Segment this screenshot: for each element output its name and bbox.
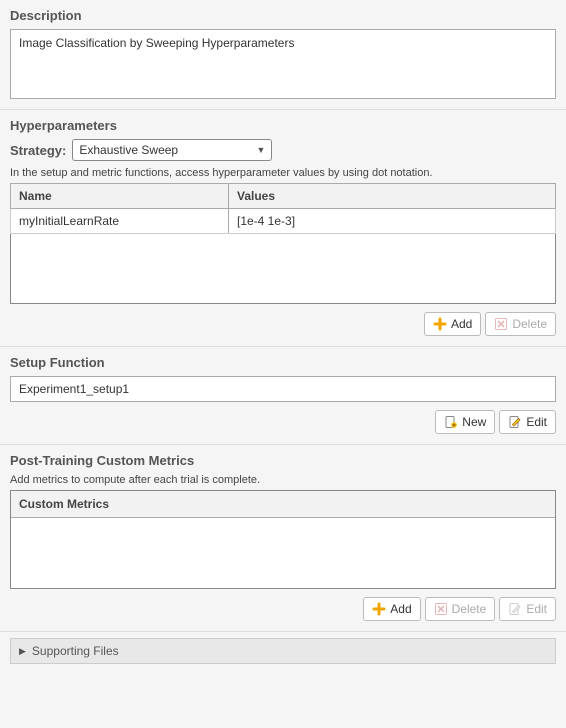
setup-input[interactable]: Experiment1_setup1 xyxy=(10,376,556,402)
add-label: Add xyxy=(390,602,411,616)
metrics-empty xyxy=(11,518,555,588)
edit-button[interactable]: Edit xyxy=(499,410,556,434)
x-icon xyxy=(494,317,508,331)
edit-file-icon xyxy=(508,602,522,616)
new-label: New xyxy=(462,415,486,429)
metrics-header: Custom Metrics xyxy=(11,491,555,518)
new-button[interactable]: New xyxy=(435,410,495,434)
plus-icon xyxy=(372,602,386,616)
divider xyxy=(0,631,566,632)
hp-button-row: Add Delete xyxy=(10,312,556,336)
hyperparameters-section: Hyperparameters Strategy: Exhaustive Swe… xyxy=(0,109,566,346)
setup-section: Setup Function Experiment1_setup1 New Ed… xyxy=(0,346,566,444)
table-row[interactable]: myInitialLearnRate [1e-4 1e-3] xyxy=(11,209,556,234)
delete-button: Delete xyxy=(425,597,496,621)
delete-label: Delete xyxy=(512,317,547,331)
hp-col-name: Name xyxy=(11,184,229,209)
add-label: Add xyxy=(451,317,472,331)
chevron-down-icon: ▼ xyxy=(256,145,265,155)
metrics-section: Post-Training Custom Metrics Add metrics… xyxy=(0,444,566,631)
strategy-label: Strategy: xyxy=(10,143,66,158)
strategy-row: Strategy: Exhaustive Sweep ▼ xyxy=(10,139,556,161)
add-button[interactable]: Add xyxy=(363,597,420,621)
supporting-files-bar[interactable]: ▶ Supporting Files xyxy=(10,638,556,664)
metrics-button-row: Add Delete Edit xyxy=(10,597,556,621)
add-button[interactable]: Add xyxy=(424,312,481,336)
edit-file-icon xyxy=(508,415,522,429)
metrics-title: Post-Training Custom Metrics xyxy=(10,453,556,468)
hyperparameters-table: Name Values myInitialLearnRate [1e-4 1e-… xyxy=(10,183,556,234)
hp-empty-area xyxy=(10,234,556,304)
description-title: Description xyxy=(10,8,556,23)
edit-button: Edit xyxy=(499,597,556,621)
plus-icon xyxy=(433,317,447,331)
edit-label: Edit xyxy=(526,415,547,429)
hp-row-name: myInitialLearnRate xyxy=(11,209,229,234)
hp-col-values: Values xyxy=(229,184,556,209)
metrics-hint: Add metrics to compute after each trial … xyxy=(10,474,556,486)
setup-title: Setup Function xyxy=(10,355,556,370)
delete-button: Delete xyxy=(485,312,556,336)
new-file-icon xyxy=(444,415,458,429)
strategy-value: Exhaustive Sweep xyxy=(79,143,178,157)
strategy-select[interactable]: Exhaustive Sweep ▼ xyxy=(72,139,272,161)
metrics-table: Custom Metrics xyxy=(10,490,556,589)
hp-row-values: [1e-4 1e-3] xyxy=(229,209,556,234)
setup-value: Experiment1_setup1 xyxy=(19,382,129,396)
setup-button-row: New Edit xyxy=(10,410,556,434)
description-textarea[interactable]: Image Classification by Sweeping Hyperpa… xyxy=(10,29,556,99)
description-section: Description Image Classification by Swee… xyxy=(0,0,566,109)
x-icon xyxy=(434,602,448,616)
supporting-files-label: Supporting Files xyxy=(32,644,119,658)
delete-label: Delete xyxy=(452,602,487,616)
chevron-right-icon: ▶ xyxy=(19,646,26,657)
hyperparameters-title: Hyperparameters xyxy=(10,118,556,133)
description-value: Image Classification by Sweeping Hyperpa… xyxy=(19,36,294,50)
edit-label: Edit xyxy=(526,602,547,616)
hyperparameters-hint: In the setup and metric functions, acces… xyxy=(10,167,556,179)
